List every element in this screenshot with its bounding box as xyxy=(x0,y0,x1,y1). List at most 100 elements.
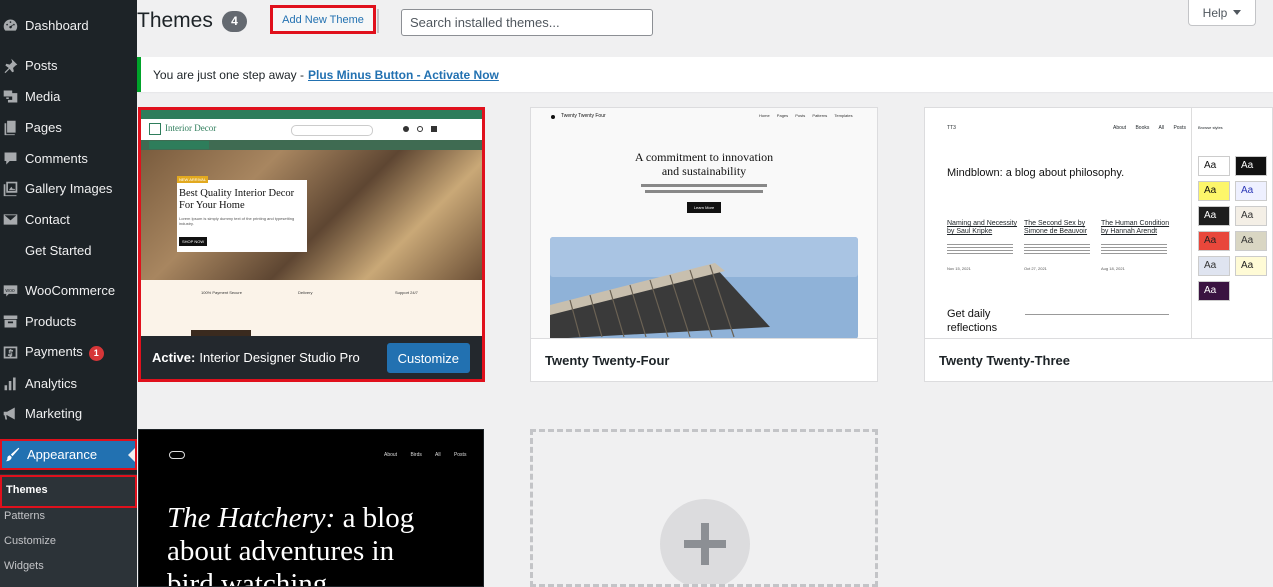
preview-hero-tag: NEW ARRIVAL xyxy=(177,176,209,183)
sidebar-item-label: Appearance xyxy=(27,447,98,462)
comment-icon xyxy=(2,150,19,167)
preview-headline-line1: A commitment to innovation xyxy=(634,150,774,164)
style-swatch: Aa xyxy=(1198,156,1230,176)
preview-nav-item: Books xyxy=(1135,125,1150,131)
sidebar-item-label: WooCommerce xyxy=(25,282,116,298)
preview-category-button xyxy=(149,141,209,149)
add-new-theme-button[interactable]: Add New Theme xyxy=(270,5,376,34)
sidebar-item-dashboard[interactable]: Dashboard xyxy=(0,10,137,40)
mail-icon xyxy=(2,211,19,228)
active-prefix: Active: xyxy=(152,350,196,365)
media-icon xyxy=(2,88,19,105)
preview-post-date: Oct 27, 2021 xyxy=(1024,266,1047,271)
appearance-submenu: Themes Patterns Customize Widgets xyxy=(0,474,137,587)
search-themes-input[interactable] xyxy=(401,9,653,36)
submenu-item-themes[interactable]: Themes xyxy=(0,475,137,508)
add-new-theme-card[interactable] xyxy=(530,429,878,587)
sidebar-item-label: Products xyxy=(25,313,77,329)
help-tab-button[interactable]: Help xyxy=(1188,0,1256,26)
customize-button[interactable]: Customize xyxy=(386,343,470,373)
sidebar-item-contact[interactable]: Contact xyxy=(0,204,137,234)
sidebar-item-label: Posts xyxy=(25,57,58,73)
preview-text-line xyxy=(645,190,763,193)
style-swatch: Aa xyxy=(1235,256,1267,276)
pages-icon xyxy=(2,119,19,136)
pin-icon xyxy=(2,57,19,74)
theme-count-badge: 4 xyxy=(222,11,247,32)
preview-nav-item: About xyxy=(384,452,398,458)
preview-divider xyxy=(1025,314,1169,315)
preview-post-excerpt xyxy=(1101,242,1167,256)
preview-headline-italic: The Hatchery: xyxy=(167,502,336,534)
admin-sidebar: Dashboard Posts Media Pages Comments Gal… xyxy=(0,0,137,587)
dollar-icon xyxy=(2,344,19,361)
theme-card-twenty-twenty-four[interactable]: Twenty Twenty Four Home Pages Posts Patt… xyxy=(530,107,878,382)
preview-headline-rest: a blog xyxy=(335,502,415,534)
submenu-item-label: Widgets xyxy=(4,560,44,572)
style-swatch: Aa xyxy=(1235,206,1267,226)
theme-card-hatchery[interactable]: About Birds All Posts The Hatchery: a bl… xyxy=(138,429,484,587)
preview-nav-item: Home xyxy=(759,113,770,118)
submenu-item-patterns[interactable]: Patterns xyxy=(0,509,137,534)
sidebar-item-appearance[interactable]: Appearance xyxy=(0,439,137,470)
sidebar-item-woocommerce[interactable]: woo WooCommerce xyxy=(0,275,137,305)
preview-cart-icon xyxy=(431,126,437,132)
sidebar-item-label: Contact xyxy=(25,211,70,227)
preview-post-title: The Human Condition by Hannah Arendt xyxy=(1101,220,1170,235)
style-swatch: Aa xyxy=(1235,156,1267,176)
preview-nav-item: Pages xyxy=(776,113,789,118)
theme-screenshot: Interior Decor NEW ARRIVAL Best Quality … xyxy=(141,110,482,339)
theme-screenshot: Twenty Twenty Four Home Pages Posts Patt… xyxy=(531,108,877,339)
preview-nav-item: About xyxy=(1113,125,1127,131)
preview-hero-title-line1: Best Quality Interior Decor xyxy=(179,188,295,199)
submenu-item-widgets[interactable]: Widgets xyxy=(0,559,137,584)
help-label: Help xyxy=(1202,5,1228,20)
preview-hero-text: Lorem Ipsum is simply dummy text of the … xyxy=(179,216,295,226)
preview-headline: The Hatchery: a blog about adventures in… xyxy=(167,502,415,586)
sidebar-item-label: Marketing xyxy=(25,405,83,421)
preview-logo-icon xyxy=(169,451,185,459)
sidebar-item-media[interactable]: Media xyxy=(0,81,137,111)
style-swatch: Aa xyxy=(1198,256,1230,276)
sidebar-item-label: Dashboard xyxy=(25,17,89,33)
gallery-icon xyxy=(2,180,19,197)
style-swatch: Aa xyxy=(1198,206,1230,226)
theme-card-active[interactable]: Interior Decor NEW ARRIVAL Best Quality … xyxy=(138,107,485,382)
sidebar-item-payments[interactable]: Payments 1 xyxy=(0,337,137,367)
sidebar-item-get-started[interactable]: Get Started xyxy=(0,235,137,265)
preview-architecture-image xyxy=(550,237,858,339)
preview-hero-button: SHOP NOW xyxy=(179,237,208,246)
preview-nav-item: Birds xyxy=(410,452,422,458)
sidebar-item-posts[interactable]: Posts xyxy=(0,50,137,80)
submenu-item-label: Themes xyxy=(6,484,48,496)
preview-features: 100% Payment Secure Delivery Support 24/… xyxy=(141,280,482,339)
brush-icon xyxy=(4,446,21,463)
sidebar-item-analytics[interactable]: Analytics xyxy=(0,368,137,398)
current-menu-arrow xyxy=(128,448,135,462)
sidebar-item-label: Analytics xyxy=(25,375,78,391)
sidebar-item-label: Comments xyxy=(25,150,88,166)
preview-nav: About Books All Posts xyxy=(1113,125,1186,131)
preview-nav: Home Pages Posts Patterns Templates xyxy=(759,113,853,118)
preview-post-excerpt xyxy=(1024,242,1090,256)
sidebar-item-gallery-images[interactable]: Gallery Images xyxy=(0,173,137,203)
sidebar-item-pages[interactable]: Pages xyxy=(0,112,137,142)
sidebar-item-products[interactable]: Products xyxy=(0,306,137,336)
preview-feature-1: 100% Payment Secure xyxy=(201,290,242,295)
bar-chart-icon xyxy=(2,375,19,392)
style-swatch: Aa xyxy=(1235,231,1267,251)
sidebar-item-label: Payments 1 xyxy=(25,344,104,361)
preview-post-date: Aug 18, 2021 xyxy=(1101,266,1125,271)
theme-card-twenty-twenty-three[interactable]: TT3 About Books All Posts Mindblown: a b… xyxy=(924,107,1273,382)
theme-screenshot: TT3 About Books All Posts Mindblown: a b… xyxy=(925,108,1272,339)
preview-heart-icon xyxy=(403,126,409,132)
theme-name: Interior Designer Studio Pro xyxy=(199,350,360,365)
sidebar-item-label: Get Started xyxy=(25,242,92,258)
activate-plugin-link[interactable]: Plus Minus Button - Activate Now xyxy=(308,68,499,82)
admin-notice: You are just one step away - Plus Minus … xyxy=(137,57,1273,92)
preview-site-title: Twenty Twenty Four xyxy=(561,113,606,119)
button-divider xyxy=(377,9,379,33)
submenu-item-customize[interactable]: Customize xyxy=(0,534,137,559)
sidebar-item-marketing[interactable]: Marketing xyxy=(0,398,137,428)
sidebar-item-comments[interactable]: Comments xyxy=(0,143,137,173)
